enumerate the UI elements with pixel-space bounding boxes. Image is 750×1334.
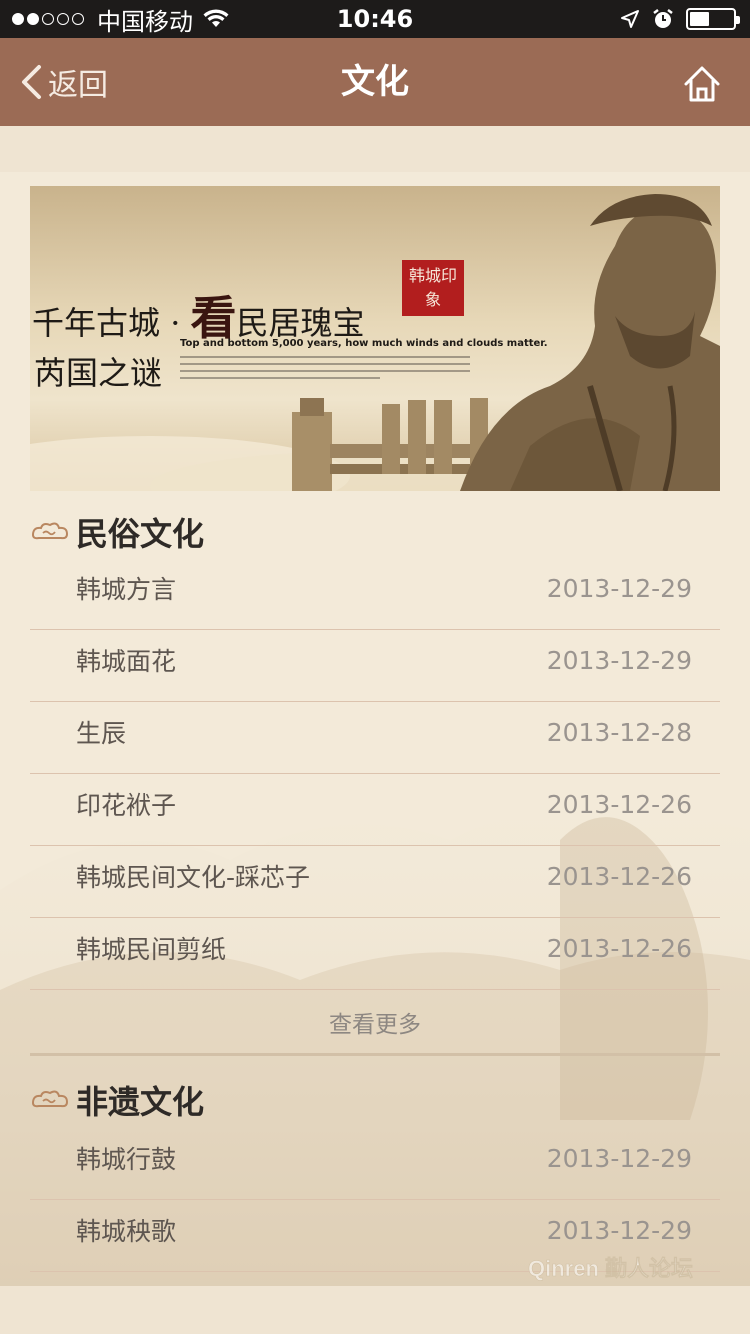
home-button[interactable] <box>682 64 722 104</box>
wave-border-bottom <box>0 1286 750 1334</box>
svg-text:Qinren 勤人论坛: Qinren 勤人论坛 <box>528 1256 693 1281</box>
seal-stamp: 韩城印象 <box>402 260 464 316</box>
section-title: 民俗文化 <box>76 515 205 553</box>
list-item[interactable]: 韩城行鼓 2013-12-29 <box>30 1128 720 1200</box>
section-title: 非遗文化 <box>76 1083 205 1121</box>
wave-border-top <box>0 126 750 172</box>
item-date: 2013-12-29 <box>546 646 692 675</box>
page-title: 文化 <box>341 62 409 102</box>
item-title: 韩城民间文化-踩芯子 <box>76 863 311 892</box>
home-icon <box>684 66 720 102</box>
list-item[interactable]: 韩城方言 2013-12-29 <box>30 558 720 630</box>
item-title: 韩城秧歌 <box>76 1217 177 1246</box>
section-header-folk-culture: 民俗文化 <box>30 507 204 557</box>
auspicious-cloud-icon <box>31 1090 69 1108</box>
item-title: 生辰 <box>76 719 127 748</box>
alarm-clock-icon <box>653 9 673 28</box>
item-title: 韩城方言 <box>76 575 177 604</box>
item-date: 2013-12-26 <box>546 862 692 891</box>
list-item[interactable]: 印花袱子 2013-12-26 <box>30 774 720 846</box>
item-date: 2013-12-29 <box>546 1216 692 1245</box>
item-date: 2013-12-28 <box>546 718 692 747</box>
item-date: 2013-12-29 <box>546 1144 692 1173</box>
status-right <box>608 4 740 34</box>
banner-english-caption: Top and bottom 5,000 years, how much win… <box>180 338 548 349</box>
item-date: 2013-12-26 <box>546 934 692 963</box>
auspicious-cloud-icon <box>31 522 69 540</box>
list-item[interactable]: 韩城面花 2013-12-29 <box>30 630 720 702</box>
nav-bar: 返回 文化 <box>0 38 750 126</box>
folk-culture-list: 韩城方言 2013-12-29 韩城面花 2013-12-29 生辰 2013-… <box>30 558 720 990</box>
location-arrow-icon <box>621 10 639 28</box>
status-bar: 中国移动 10:46 <box>0 0 750 38</box>
hero-banner[interactable]: 千年古城 · 看民居瑰宝 芮国之谜 Top and bottom 5,000 y… <box>30 186 720 491</box>
list-item[interactable]: 生辰 2013-12-28 <box>30 702 720 774</box>
list-item[interactable]: 韩城民间文化-踩芯子 2013-12-26 <box>30 846 720 918</box>
section-header-intangible-heritage: 非遗文化 <box>30 1075 204 1125</box>
item-title: 印花袱子 <box>76 791 177 820</box>
view-more-button[interactable]: 查看更多 <box>30 990 720 1056</box>
list-item[interactable]: 韩城民间剪纸 2013-12-26 <box>30 918 720 990</box>
banner-subheadline: 芮国之谜 <box>34 354 163 392</box>
item-title: 韩城行鼓 <box>76 1145 177 1174</box>
item-title: 韩城面花 <box>76 647 177 676</box>
item-title: 韩城民间剪纸 <box>76 935 227 964</box>
battery-icon <box>686 8 740 30</box>
item-date: 2013-12-26 <box>546 790 692 819</box>
item-date: 2013-12-29 <box>546 574 692 603</box>
banner-fine-print <box>180 356 470 379</box>
